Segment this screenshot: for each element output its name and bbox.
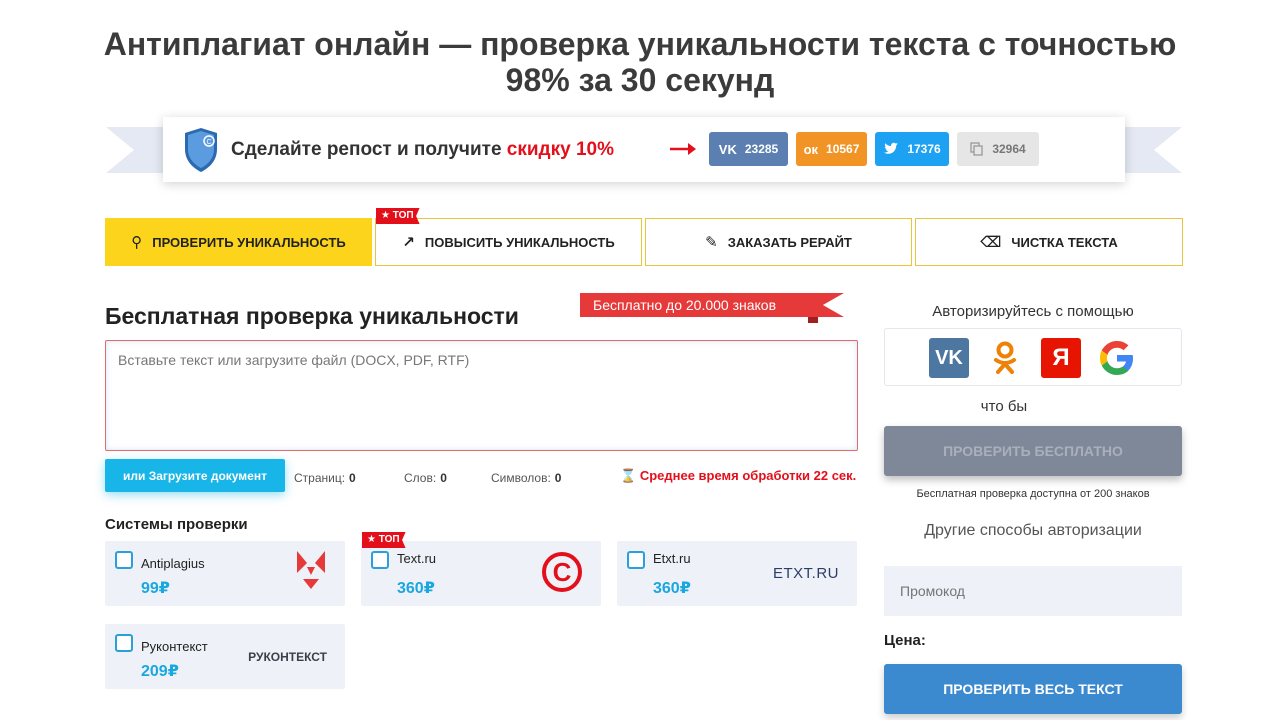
price-label: Цена: (884, 632, 926, 649)
share-ok-count: 10567 (826, 142, 860, 156)
system-price: 99₽ (141, 580, 170, 597)
check-free-button[interactable]: ПРОВЕРИТЬ БЕСПЛАТНО (884, 426, 1182, 476)
page-title: Антиплагиат онлайн — проверка уникальнос… (103, 26, 1177, 98)
hourglass-icon: ⌛ (620, 468, 637, 483)
system-checkbox[interactable] (371, 551, 389, 569)
system-card-textru[interactable]: Text.ru 360₽ C (361, 541, 601, 606)
odnoklassniki-icon: ок (803, 141, 819, 157)
auth-providers: VK Я (884, 328, 1182, 386)
system-price: 360₽ (397, 580, 435, 597)
share-discount-highlight: скидку 10% (506, 139, 614, 160)
top-badge: ★ ТОП (376, 208, 420, 224)
system-name: Antiplagius (141, 556, 205, 571)
antiplagius-logo (297, 551, 325, 589)
auth-title: Авторизируйтесь с помощью (932, 303, 1134, 320)
yandex-icon[interactable]: Я (1041, 338, 1081, 378)
system-card-antiplagius[interactable]: Antiplagius 99₽ (105, 541, 345, 606)
tab-label: ПРОВЕРИТЬ УНИКАЛЬНОСТЬ (152, 234, 346, 250)
arrow-right-icon (670, 143, 696, 155)
edit-icon: ✎ (705, 234, 718, 251)
system-card-rucontext[interactable]: Руконтекст 209₽ РУКОНТЕКСТ (105, 624, 345, 689)
system-checkbox[interactable] (115, 634, 133, 652)
share-vk-count: 23285 (744, 142, 779, 156)
promo-code-input[interactable] (884, 566, 1182, 616)
tab-check-uniqueness[interactable]: ⚲ ПРОВЕРИТЬ УНИКАЛЬНОСТЬ (105, 218, 372, 266)
share-twitter-count: 17376 (907, 142, 941, 156)
chars-label: Символов: (491, 471, 551, 485)
share-copy-count: 32964 (992, 142, 1026, 156)
free-check-note: Бесплатная проверка доступна от 200 знак… (916, 488, 1150, 500)
rucontext-logo: РУКОНТЕКСТ (248, 650, 327, 664)
tab-order-rewrite[interactable]: ✎ ЗАКАЗАТЬ РЕРАЙТ (645, 218, 912, 266)
pages-count: 0 (349, 471, 356, 485)
pages-stat: Страниц: 0 (294, 471, 356, 485)
trending-up-icon: ↗ (402, 234, 415, 251)
twitter-icon (884, 142, 899, 154)
words-count: 0 (440, 471, 447, 485)
share-ok-button[interactable]: ок 10567 (796, 132, 867, 166)
google-icon[interactable] (1097, 338, 1137, 378)
words-stat: Слов: 0 (404, 471, 447, 485)
free-limit-flag: Бесплатно до 20.000 знаков (580, 293, 844, 317)
tab-text-cleaning[interactable]: ⌫ ЧИСТКА ТЕКСТА (915, 218, 1183, 266)
odnoklassniki-icon[interactable] (985, 338, 1025, 378)
share-copy-button[interactable]: 32964 (957, 132, 1039, 166)
system-checkbox[interactable] (627, 551, 645, 569)
section-title: Бесплатная проверка уникальности (105, 303, 519, 329)
chars-stat: Символов: 0 (491, 471, 561, 485)
system-card-etxt[interactable]: Etxt.ru 360₽ ETXT.RU (617, 541, 857, 606)
text-input-area[interactable]: Вставьте текст или загрузите файл (DOCX,… (105, 340, 858, 451)
tab-label: ПОВЫСИТЬ УНИКАЛЬНОСТЬ (424, 234, 615, 250)
system-price: 360₽ (653, 580, 691, 597)
vk-icon: VK (718, 141, 737, 157)
systems-title: Системы проверки (105, 516, 248, 533)
pages-label: Страниц: (294, 471, 346, 485)
share-text-main: Сделайте репост и получите (231, 139, 507, 160)
share-vk-button[interactable]: VK 23285 (709, 132, 788, 166)
system-checkbox[interactable] (115, 551, 133, 569)
shield-icon: C (185, 128, 217, 172)
system-name: Руконтекст (141, 639, 208, 654)
tab-increase-uniqueness[interactable]: ↗ ПОВЫСИТЬ УНИКАЛЬНОСТЬ (375, 218, 642, 266)
other-auth-link[interactable]: Другие способы авторизации (884, 522, 1182, 540)
check-all-text-button[interactable]: ПРОВЕРИТЬ ВЕСЬ ТЕКСТ (884, 664, 1182, 714)
avg-processing-time: ⌛ Среднее время обработки 22 сек. (620, 468, 856, 484)
share-twitter-button[interactable]: 17376 (875, 132, 949, 166)
upload-document-button[interactable]: или Загрузите документ (105, 459, 285, 492)
tab-label: ЧИСТКА ТЕКСТА (1011, 234, 1118, 250)
flag-fold (808, 317, 818, 323)
system-name: Etxt.ru (653, 551, 691, 566)
system-price: 209₽ (141, 663, 179, 680)
search-icon: ⚲ (131, 234, 143, 251)
words-label: Слов: (404, 471, 437, 485)
share-banner: C Сделайте репост и получите скидку 10% … (163, 117, 1125, 182)
system-name: Text.ru (397, 551, 437, 566)
avg-time-text: Среднее время обработки 22 сек. (639, 468, 857, 483)
share-promo-text: Сделайте репост и получите скидку 10% (231, 139, 614, 161)
so-that-text: что бы (980, 398, 1028, 415)
chars-count: 0 (554, 471, 562, 485)
eraser-icon: ⌫ (980, 234, 1002, 251)
textru-copyright-logo: C (542, 552, 582, 592)
vk-icon[interactable]: VK (929, 338, 969, 378)
copy-icon (970, 142, 983, 156)
etxt-logo: ETXT.RU (772, 565, 839, 582)
svg-text:C: C (206, 139, 211, 146)
top-badge: ★ ТОП (362, 532, 406, 548)
svg-text:C: C (553, 557, 572, 587)
tab-label: ЗАКАЗАТЬ РЕРАЙТ (727, 234, 852, 250)
